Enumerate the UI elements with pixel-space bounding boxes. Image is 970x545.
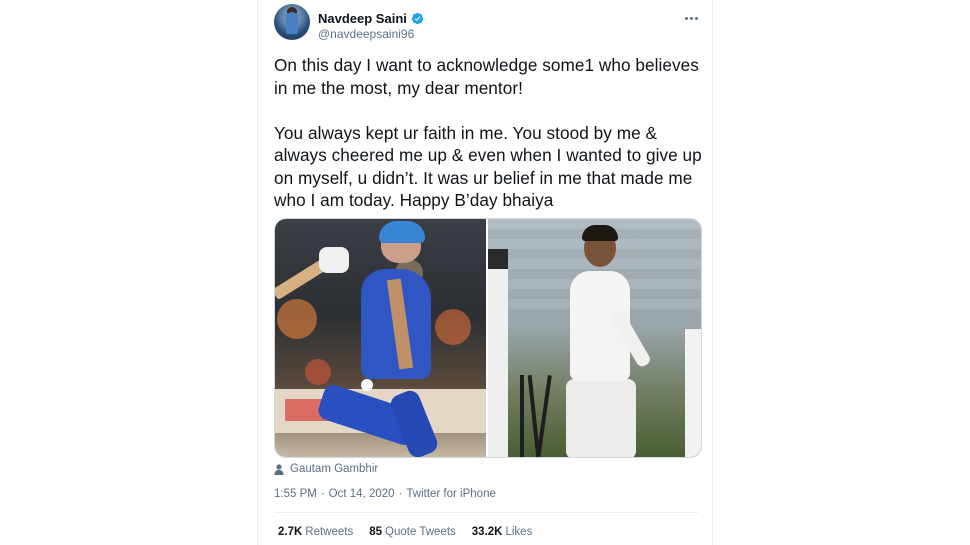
cricket-ball [361,379,373,391]
name-row: Navdeep Saini [318,11,424,26]
dot [684,16,688,20]
tweet-time[interactable]: 1:55 PM [274,488,317,500]
tweet-meta: 1:55 PM · Oct 14, 2020 · Twitter for iPh… [274,488,496,500]
quote-tweets-label: Quote Tweets [385,526,456,538]
media-photo-bowler[interactable] [488,219,701,457]
tweet-source[interactable]: Twitter for iPhone [406,488,495,500]
media-tag-name[interactable]: Gautam Gambhir [290,463,378,475]
likes-count: 33.2K [471,526,503,538]
bokeh-light [305,359,331,385]
divider [274,512,698,513]
meta-separator: · [320,488,325,500]
tweet-text: On this day I want to acknowledge some1 … [274,55,702,210]
quote-tweets-stat[interactable]: 85 Quote Tweets [369,526,456,538]
stump [520,375,524,457]
fielder-figure [488,249,508,457]
tweet-header: Navdeep Saini @navdeepsaini96 [274,4,700,44]
likes-label: Likes [505,526,533,538]
retweets-stat[interactable]: 2.7K Retweets [278,526,353,538]
batting-gloves [319,247,349,273]
bowler-trousers [566,379,636,457]
tweet-stats: 2.7K Retweets 85 Quote Tweets 33.2K Likes [278,526,532,538]
display-name[interactable]: Navdeep Saini [318,11,407,26]
dot [694,16,698,20]
retweets-label: Retweets [305,526,354,538]
user-handle[interactable]: @navdeepsaini96 [318,27,414,41]
verified-badge-icon [411,12,424,25]
meta-separator: · [398,488,403,500]
tweet-media[interactable] [274,218,702,458]
tweet-date[interactable]: Oct 14, 2020 [329,488,395,500]
tweet-card: Navdeep Saini @navdeepsaini96 On this da… [257,0,713,545]
batsman-helmet [379,221,425,243]
avatar-figure-shape [286,12,298,34]
more-options-icon[interactable] [682,12,700,24]
retweets-count: 2.7K [278,526,303,538]
bowler-hair [582,225,618,241]
media-photo-batsman[interactable] [275,219,486,457]
bokeh-light [435,309,471,345]
person-tag-icon [274,463,284,475]
avatar[interactable] [274,4,310,40]
fielder-figure [685,329,701,457]
quote-tweets-count: 85 [369,526,383,538]
likes-stat[interactable]: 33.2K Likes [472,526,533,538]
dot [689,16,693,20]
bokeh-light [277,299,317,339]
media-tag[interactable]: Gautam Gambhir [274,460,378,478]
stump [536,375,552,457]
